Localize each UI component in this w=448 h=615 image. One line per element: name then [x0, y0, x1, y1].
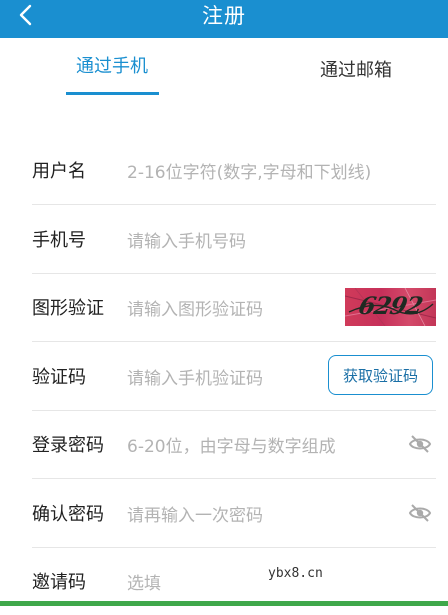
- eye-slash-icon[interactable]: [408, 432, 432, 456]
- get-code-button[interactable]: 获取验证码: [328, 355, 433, 395]
- sms-code-input[interactable]: 请输入手机验证码: [127, 342, 263, 410]
- captcha-row: 图形验证 请输入图形验证码 6292: [32, 273, 436, 342]
- password-input[interactable]: 6-20位，由字母与数字组成: [127, 410, 336, 478]
- app-header: 注册: [0, 0, 448, 38]
- password-row: 登录密码 6-20位，由字母与数字组成: [32, 410, 436, 479]
- active-tab-indicator: [66, 92, 159, 95]
- phone-label: 手机号: [32, 230, 86, 251]
- captcha-label: 图形验证: [32, 298, 104, 319]
- watermark-text: ybx8.cn: [268, 566, 323, 581]
- tab-bar: 通过手机 通过邮箱: [0, 38, 448, 98]
- confirm-password-input[interactable]: 请再输入一次密码: [127, 479, 263, 547]
- username-input[interactable]: 2-16位字符(数字,字母和下划线): [127, 136, 371, 204]
- bottom-bar: [0, 601, 448, 606]
- captcha-text: 6292: [355, 291, 425, 320]
- sms-code-row: 验证码 请输入手机验证码 获取验证码: [32, 342, 436, 411]
- eye-slash-icon[interactable]: [408, 501, 432, 525]
- sms-code-label: 验证码: [32, 367, 86, 388]
- phone-row: 手机号 请输入手机号码: [32, 205, 436, 274]
- username-row: 用户名 2-16位字符(数字,字母和下划线): [32, 136, 436, 205]
- password-label: 登录密码: [32, 435, 104, 456]
- confirm-password-label: 确认密码: [32, 504, 104, 525]
- tab-phone[interactable]: 通过手机: [52, 52, 172, 92]
- captcha-image[interactable]: 6292: [345, 288, 436, 326]
- confirm-password-row: 确认密码 请再输入一次密码: [32, 479, 436, 548]
- phone-input[interactable]: 请输入手机号码: [127, 205, 246, 273]
- tab-email[interactable]: 通过邮箱: [296, 56, 416, 96]
- page-title: 注册: [202, 4, 246, 28]
- username-label: 用户名: [32, 161, 86, 182]
- captcha-input[interactable]: 请输入图形验证码: [127, 273, 263, 341]
